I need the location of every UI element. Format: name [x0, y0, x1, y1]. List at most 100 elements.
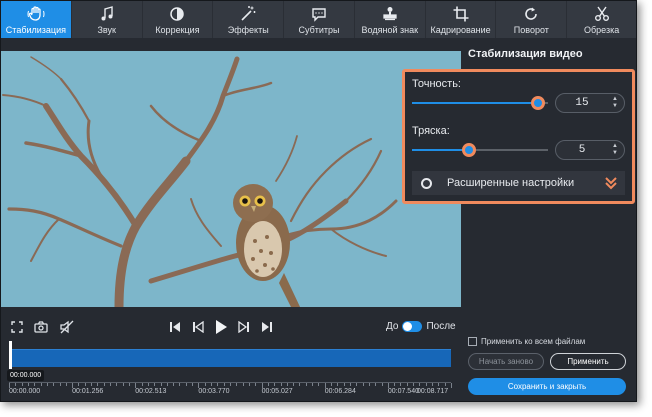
arrow-up-icon[interactable]: ▲: [612, 143, 618, 150]
timeline-tick-label: 00:05.027: [261, 388, 293, 395]
precision-stepper[interactable]: ▲ ▼: [555, 93, 625, 113]
timeline-tick-label: 00:02.513: [135, 388, 167, 395]
skip-to-end-icon[interactable]: [259, 319, 275, 335]
shake-slider[interactable]: [412, 143, 548, 157]
slider-thumb[interactable]: [531, 96, 546, 110]
contrast-icon: [168, 5, 186, 23]
slider-thumb[interactable]: [462, 143, 477, 157]
arrow-up-icon[interactable]: ▲: [612, 96, 618, 103]
radio-icon: [421, 177, 432, 189]
slider-fill: [412, 149, 470, 151]
tab-subtitles[interactable]: Субтитры: [284, 1, 354, 38]
speech-bubble-icon: [310, 5, 328, 23]
tab-audio[interactable]: Звук: [71, 1, 142, 38]
ruler-tick: [236, 383, 238, 386]
ruler-tick: [53, 383, 55, 386]
tab-effects[interactable]: Эффекты: [213, 1, 284, 38]
before-after-toggle[interactable]: [402, 321, 423, 332]
play-icon[interactable]: [212, 318, 230, 336]
skip-to-start-icon[interactable]: [167, 319, 183, 335]
stepper-arrows[interactable]: ▲ ▼: [608, 141, 622, 159]
apply-button[interactable]: Применить: [550, 353, 626, 370]
ruler-tick: [413, 383, 415, 386]
tab-correction[interactable]: Коррекция: [142, 1, 213, 38]
timeline-tick-label: 00:01.256: [72, 388, 104, 395]
ruler-tick: [217, 383, 219, 386]
ruler-tick: [305, 383, 307, 386]
ruler-tick: [343, 383, 345, 386]
toggle-knob: [403, 322, 413, 331]
arrow-down-icon[interactable]: ▼: [612, 150, 618, 157]
ruler-tick: [160, 383, 162, 386]
precision-input[interactable]: [556, 94, 608, 112]
ruler-tick: [293, 383, 295, 386]
tab-label: Эффекты: [227, 25, 269, 35]
tab-stabilization[interactable]: Стабилизация: [1, 1, 71, 38]
ruler-tick: [230, 383, 231, 386]
camera-icon[interactable]: [33, 319, 49, 335]
ruler-tick: [211, 383, 213, 386]
apply-to-all-option: Применить ко всем файлам: [468, 337, 585, 346]
mute-icon[interactable]: [59, 319, 75, 335]
precision-slider[interactable]: [412, 96, 548, 110]
ruler-tick: [15, 383, 17, 386]
ruler-tick: [27, 383, 29, 386]
ruler-tick: [318, 383, 320, 386]
tab-label: Водяной знак: [361, 25, 419, 35]
restart-button[interactable]: Начать заново: [468, 353, 544, 370]
ruler-tick: [116, 383, 118, 386]
ruler-tick: [349, 383, 351, 386]
rotate-icon: [522, 5, 540, 23]
ruler-tick: [192, 383, 194, 386]
tab-label: Кадрирование: [430, 25, 491, 35]
save-and-close-button[interactable]: Сохранить и закрыть: [468, 378, 626, 395]
before-label: До: [386, 321, 399, 332]
tab-trim[interactable]: Обрезка: [567, 1, 636, 38]
tab-watermark[interactable]: Водяной знак: [354, 1, 425, 38]
ruler-tick: [204, 383, 206, 386]
tab-crop[interactable]: Кадрирование: [425, 1, 496, 38]
app-window: Стабилизация Звук Коррекция Эффекты Субт…: [0, 0, 637, 402]
advanced-settings-label: Расширенные настройки: [447, 177, 575, 189]
stabilization-settings: Точность: ▲ ▼ Тряска: ▲ ▼ Расширен: [402, 69, 635, 204]
ruler-tick: [400, 383, 402, 386]
video-preview: [1, 51, 461, 307]
timeline-tick-label: 00:03.770: [198, 388, 230, 395]
music-note-icon: [98, 5, 116, 23]
ruler-tick: [223, 383, 225, 386]
effects-toolbar: Стабилизация Звук Коррекция Эффекты Субт…: [1, 1, 636, 38]
after-label: После: [426, 321, 456, 332]
fullscreen-icon[interactable]: [9, 319, 25, 335]
tab-label: Поворот: [513, 25, 549, 35]
ruler-tick: [299, 383, 301, 386]
magic-wand-icon: [239, 5, 257, 23]
player-controls: До После: [1, 313, 461, 343]
playhead[interactable]: [9, 341, 12, 369]
tab-rotate[interactable]: Поворот: [496, 1, 567, 38]
arrow-down-icon[interactable]: ▼: [612, 103, 618, 110]
ruler-tick: [286, 383, 288, 386]
stepper-arrows[interactable]: ▲ ▼: [608, 94, 622, 112]
ruler-tick: [394, 383, 396, 386]
tab-label: Коррекция: [155, 25, 200, 35]
ruler-tick: [280, 383, 282, 386]
next-frame-icon[interactable]: [236, 319, 252, 335]
advanced-settings-toggle[interactable]: Расширенные настройки: [412, 171, 625, 195]
shake-stepper[interactable]: ▲ ▼: [555, 140, 625, 160]
ruler-tick: [362, 383, 364, 386]
ruler-tick: [141, 383, 143, 386]
ruler-tick: [242, 383, 244, 386]
ruler-tick: [154, 383, 156, 386]
ruler-tick: [97, 383, 99, 386]
timeline-track[interactable]: [9, 349, 451, 367]
ruler-tick: [40, 383, 42, 386]
ruler-tick: [91, 383, 93, 386]
ruler-tick: [84, 383, 86, 386]
shake-input[interactable]: [556, 141, 608, 159]
apply-to-all-checkbox[interactable]: [468, 337, 477, 346]
tab-label: Звук: [97, 25, 116, 35]
ruler-tick: [78, 383, 80, 386]
previous-frame-icon[interactable]: [190, 319, 206, 335]
ruler-tick: [432, 383, 434, 386]
ruler-tick: [173, 383, 175, 386]
